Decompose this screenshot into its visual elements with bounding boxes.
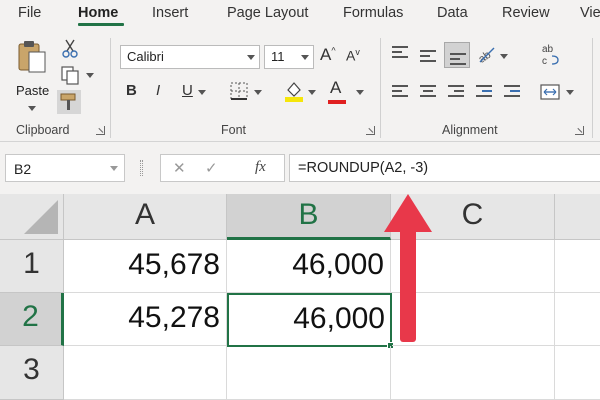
formula-bar-handle[interactable] (140, 160, 143, 176)
cell-c2[interactable] (392, 293, 555, 346)
enter-icon[interactable]: ✓ (205, 159, 218, 177)
font-group-label: Font (221, 123, 247, 137)
font-name-select[interactable]: Calibri (120, 45, 260, 69)
column-header-a[interactable]: A (64, 194, 227, 240)
font-size-dropdown-icon[interactable] (301, 55, 309, 60)
column-header-d[interactable] (555, 194, 600, 240)
tab-view[interactable]: Vie (580, 5, 600, 21)
bottom-align-icon (450, 53, 466, 68)
shrink-font-button[interactable]: Av (346, 47, 360, 64)
wrap-text-icon[interactable]: ab c (540, 42, 562, 68)
cancel-icon[interactable]: ✕ (173, 159, 186, 177)
name-box-value: B2 (14, 161, 32, 177)
formula-bar: B2 ✕ ✓ fx =ROUNDUP(A2, -3) (0, 142, 600, 194)
align-center-icon[interactable] (420, 85, 436, 100)
underline-button[interactable]: U (182, 82, 193, 99)
cell-b3[interactable] (227, 346, 391, 400)
copy-icon[interactable] (60, 65, 80, 85)
fill-color-icon[interactable] (284, 80, 304, 102)
top-align-icon[interactable] (392, 46, 408, 61)
middle-align-icon[interactable] (420, 50, 436, 65)
paste-dropdown-icon[interactable] (28, 106, 36, 111)
tab-formulas[interactable]: Formulas (343, 5, 403, 21)
cell-b1[interactable]: 46,000 (227, 240, 391, 293)
font-size-value: 11 (271, 49, 285, 64)
tab-review[interactable]: Review (502, 5, 550, 21)
grow-font-letter: A (320, 45, 332, 64)
cell-a1[interactable]: 45,678 (64, 240, 227, 293)
underline-dropdown-icon[interactable] (198, 90, 206, 95)
bold-button[interactable]: B (126, 82, 137, 99)
align-left-icon[interactable] (392, 85, 408, 100)
paste-label: Paste (16, 83, 50, 98)
tab-page-layout[interactable]: Page Layout (227, 5, 308, 21)
paste-button[interactable]: Paste (12, 38, 52, 113)
decrease-indent-icon[interactable] (476, 85, 492, 100)
insert-function-icon[interactable]: fx (255, 159, 266, 176)
column-header-b[interactable]: B (227, 194, 391, 240)
clipboard-group-label: Clipboard (16, 123, 70, 137)
row-header-2[interactable]: 2 (0, 293, 64, 346)
name-box-dropdown-icon[interactable] (110, 166, 118, 171)
cell-d2[interactable] (555, 293, 600, 346)
fill-color-dropdown-icon[interactable] (308, 90, 316, 95)
font-size-select[interactable]: 11 (264, 45, 314, 69)
cell-d1[interactable] (555, 240, 600, 293)
alignment-launcher-icon[interactable] (575, 126, 584, 135)
ribbon-tabs: File Home Insert Page Layout Formulas Da… (0, 0, 600, 30)
clipboard-launcher-icon[interactable] (96, 126, 105, 135)
tab-file[interactable]: File (18, 5, 41, 21)
cell-b2[interactable]: 46,000 (227, 293, 392, 347)
row-header-1[interactable]: 1 (0, 240, 64, 293)
cell-d3[interactable] (555, 346, 600, 400)
merge-center-icon[interactable] (540, 84, 560, 100)
annotation-arrow-shaft (400, 228, 416, 342)
svg-text:c: c (542, 56, 547, 67)
grow-font-button[interactable]: A^ (320, 45, 336, 65)
row-header-3[interactable]: 3 (0, 346, 64, 400)
align-right-icon[interactable] (448, 85, 464, 100)
select-all-triangle-icon (24, 200, 58, 234)
cell-a3[interactable] (64, 346, 227, 400)
orientation-dropdown-icon[interactable] (500, 54, 508, 59)
group-divider (380, 38, 381, 138)
orientation-icon[interactable]: ab (476, 44, 496, 64)
paste-icon (18, 41, 46, 73)
format-painter-icon[interactable] (57, 90, 81, 114)
ribbon: Paste Clipboard Calibri 11 A^ Av B I U A… (0, 30, 600, 142)
cell-a2[interactable]: 45,278 (64, 293, 227, 346)
borders-dropdown-icon[interactable] (254, 90, 262, 95)
active-tab-indicator (78, 23, 124, 26)
merge-center-dropdown-icon[interactable] (566, 90, 574, 95)
tab-insert[interactable]: Insert (152, 5, 188, 21)
shrink-font-letter: A (346, 47, 356, 64)
annotation-arrow-head (384, 194, 432, 232)
tab-data[interactable]: Data (437, 5, 468, 21)
worksheet-grid: A B C 1 2 3 45,678 46,000 45,278 46,000 (0, 194, 600, 400)
group-divider (110, 38, 111, 138)
select-all-button[interactable] (0, 194, 64, 240)
increase-indent-icon[interactable] (504, 85, 520, 100)
copy-dropdown-icon[interactable] (86, 73, 94, 78)
name-box[interactable]: B2 (5, 154, 125, 182)
formula-buttons: ✕ ✓ fx (160, 154, 285, 182)
italic-button[interactable]: I (156, 82, 160, 99)
svg-text:ab: ab (542, 44, 554, 55)
group-divider (592, 38, 593, 138)
font-name-dropdown-icon[interactable] (247, 55, 255, 60)
alignment-group-label: Alignment (442, 123, 498, 137)
tab-home[interactable]: Home (78, 5, 118, 21)
font-color-dropdown-icon[interactable] (356, 90, 364, 95)
font-color-button[interactable]: A (330, 78, 341, 98)
cell-c3[interactable] (391, 346, 555, 400)
font-launcher-icon[interactable] (366, 126, 375, 135)
bottom-align-button[interactable] (444, 42, 470, 68)
formula-input[interactable]: =ROUNDUP(A2, -3) (289, 154, 600, 182)
cut-icon[interactable] (61, 38, 79, 58)
borders-icon[interactable] (230, 82, 248, 100)
font-name-value: Calibri (127, 49, 164, 64)
font-color-swatch (328, 100, 346, 104)
